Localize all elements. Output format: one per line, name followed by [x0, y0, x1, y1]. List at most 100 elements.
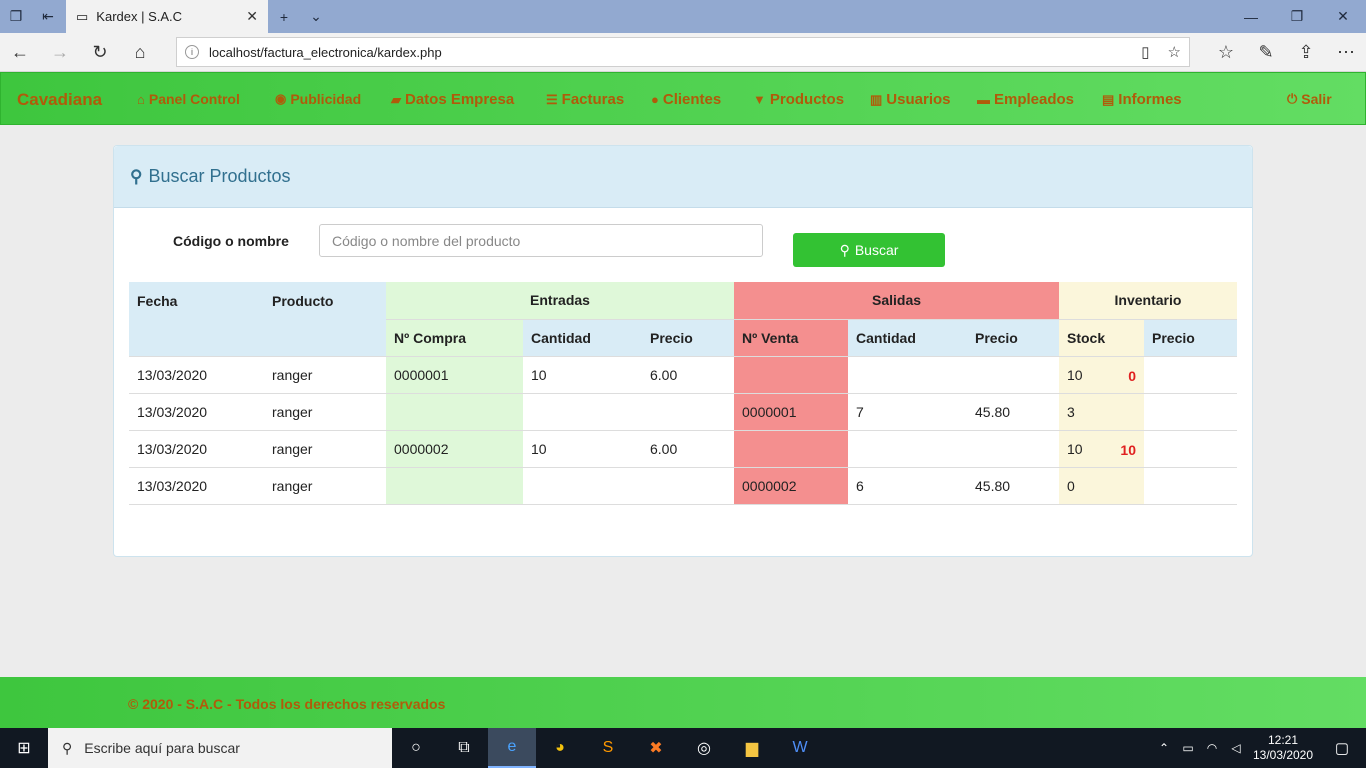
folder-open-icon: ▰	[391, 91, 401, 107]
cell-n-venta	[734, 356, 848, 394]
favorite-star-icon[interactable]: ☆	[1168, 43, 1181, 61]
clock-date: 13/03/2020	[1252, 748, 1314, 762]
tab-list-chevron-icon[interactable]: ⌄	[300, 0, 332, 33]
restore-icon[interactable]: ❐	[1274, 0, 1320, 33]
wifi-icon[interactable]: ◠	[1200, 741, 1224, 755]
search-panel: ⚲ Buscar Productos Código o nombre ⚲ Bus…	[113, 145, 1253, 557]
taskbar-clock[interactable]: 12:21 13/03/2020	[1248, 733, 1318, 763]
cell-fecha: 13/03/2020	[129, 467, 264, 505]
barcode-icon: ▥	[870, 91, 883, 107]
taskbar-search-icon: ⚲	[62, 739, 73, 756]
col-group-salidas: Salidas	[734, 282, 1059, 320]
nav-facturas[interactable]: ☰ Facturas	[546, 91, 624, 108]
chrome-icon[interactable]: ◕	[536, 728, 584, 768]
col-n-compra: Nº Compra	[386, 319, 523, 357]
list-icon: ☰	[546, 91, 558, 107]
col-stock: Stock	[1059, 319, 1144, 357]
table-row: 13/03/2020 ranger 0000001 10 6.00 10 0	[129, 356, 1237, 394]
nav-publicidad[interactable]: ◉ Publicidad	[275, 91, 361, 107]
reading-view-icon[interactable]: ▯	[1141, 43, 1149, 61]
search-icon: ⚲	[130, 166, 143, 186]
tab-actions-icon[interactable]: ❐	[0, 0, 32, 33]
cell-entrada-cantidad	[523, 393, 642, 431]
back-icon[interactable]: ←	[0, 33, 40, 72]
close-tab-icon[interactable]: ✕	[246, 8, 258, 25]
search-label: Código o nombre	[173, 233, 289, 249]
set-aside-tabs-icon[interactable]: ⇤	[32, 0, 64, 33]
edge-browser-icon[interactable]: e	[488, 728, 536, 768]
cell-salida-precio: 45.80	[967, 467, 1059, 505]
battery-icon[interactable]: ▭	[1176, 741, 1200, 755]
cell-fecha: 13/03/2020	[129, 430, 264, 468]
windows-start-icon[interactable]: ⊞	[0, 728, 48, 768]
volume-icon[interactable]: ◁	[1224, 741, 1248, 755]
taskbar-search[interactable]: ⚲ Escribe aquí para buscar	[48, 728, 392, 768]
nav-productos[interactable]: ▼ Productos	[753, 91, 844, 108]
more-icon[interactable]: ⋯	[1326, 33, 1366, 72]
cell-fecha: 13/03/2020	[129, 356, 264, 394]
xampp-icon[interactable]: ✖	[632, 728, 680, 768]
tray-expand-chevron-icon[interactable]: ⌃	[1152, 741, 1176, 755]
nav-informes[interactable]: ▤ Informes	[1102, 91, 1182, 108]
search-input[interactable]	[319, 224, 763, 257]
cell-n-venta: 0000002	[734, 467, 848, 505]
eye-icon: ◉	[275, 91, 287, 106]
col-inventario-precio: Precio	[1144, 319, 1237, 357]
cell-salida-precio	[967, 356, 1059, 394]
browser-tab[interactable]: ▭ Kardex | S.A.C ✕	[66, 0, 268, 33]
nav-panel-control[interactable]: ⌂ Panel Control	[137, 91, 240, 107]
notes-pen-icon[interactable]: ✎	[1246, 33, 1286, 72]
search-button-icon: ⚲	[839, 241, 850, 258]
brand-logo[interactable]: Cavadiana	[17, 90, 102, 110]
close-window-icon[interactable]: ✕	[1320, 0, 1366, 33]
site-info-icon[interactable]: i	[185, 45, 199, 59]
cell-producto: ranger	[264, 430, 386, 468]
address-toolbar: ← → ↻ ⌂ i localhost/factura_electronica/…	[0, 33, 1366, 72]
col-fecha: Fecha	[129, 282, 264, 357]
nav-clientes[interactable]: ● Clientes	[651, 91, 721, 108]
word-icon[interactable]: W	[776, 728, 824, 768]
refresh-icon[interactable]: ↻	[80, 33, 120, 72]
file-explorer-icon[interactable]: ▆	[728, 728, 776, 768]
col-salida-precio: Precio	[967, 319, 1059, 357]
col-entrada-cantidad: Cantidad	[523, 319, 642, 357]
cell-fecha: 13/03/2020	[129, 393, 264, 431]
share-icon[interactable]: ⇪	[1286, 33, 1326, 72]
cell-entrada-cantidad: 10	[523, 430, 642, 468]
col-salida-cantidad: Cantidad	[848, 319, 967, 357]
cortana-icon[interactable]: ○	[392, 728, 440, 768]
stock-previous-value: 0	[1128, 367, 1136, 384]
cell-n-compra: 0000002	[386, 430, 523, 468]
search-button[interactable]: ⚲ Buscar	[793, 233, 945, 267]
home-icon: ⌂	[137, 91, 145, 107]
stock-previous-value: 10	[1120, 441, 1136, 458]
cell-producto: ranger	[264, 356, 386, 394]
nav-datos-empresa[interactable]: ▰ Datos Empresa	[391, 91, 514, 108]
steam-icon[interactable]: ◎	[680, 728, 728, 768]
cell-salida-cantidad: 6	[848, 467, 967, 505]
nav-salir[interactable]: ⏻ Salir	[1287, 91, 1332, 107]
forward-icon[interactable]: →	[40, 33, 80, 72]
favorites-icon[interactable]: ☆	[1206, 33, 1246, 72]
cell-entrada-cantidad: 10	[523, 356, 642, 394]
cell-entrada-cantidad	[523, 467, 642, 505]
url-field[interactable]: i localhost/factura_electronica/kardex.p…	[176, 37, 1190, 67]
cell-n-compra: 0000001	[386, 356, 523, 394]
taskbar-search-placeholder: Escribe aquí para buscar	[84, 740, 240, 756]
nav-empleados[interactable]: ▬ Empleados	[977, 91, 1074, 108]
cell-inventario-precio	[1144, 356, 1237, 394]
task-view-icon[interactable]: ⧉	[440, 728, 488, 768]
minimize-icon[interactable]: —	[1228, 0, 1274, 33]
cell-producto: ranger	[264, 393, 386, 431]
home-browser-icon[interactable]: ⌂	[120, 33, 160, 72]
nav-usuarios[interactable]: ▥ Usuarios	[870, 91, 951, 108]
cell-salida-cantidad	[848, 356, 967, 394]
browser-titlebar: ❐ ⇤ ▭ Kardex | S.A.C ✕ + ⌄ — ❐ ✕	[0, 0, 1366, 33]
new-tab-icon[interactable]: +	[268, 0, 300, 33]
stock-value: 0	[1067, 477, 1075, 494]
cell-salida-cantidad	[848, 430, 967, 468]
notifications-icon[interactable]: ▢	[1318, 739, 1366, 757]
cell-entrada-precio: 6.00	[642, 356, 734, 394]
sublime-text-icon[interactable]: S	[584, 728, 632, 768]
cell-inventario-precio	[1144, 430, 1237, 468]
